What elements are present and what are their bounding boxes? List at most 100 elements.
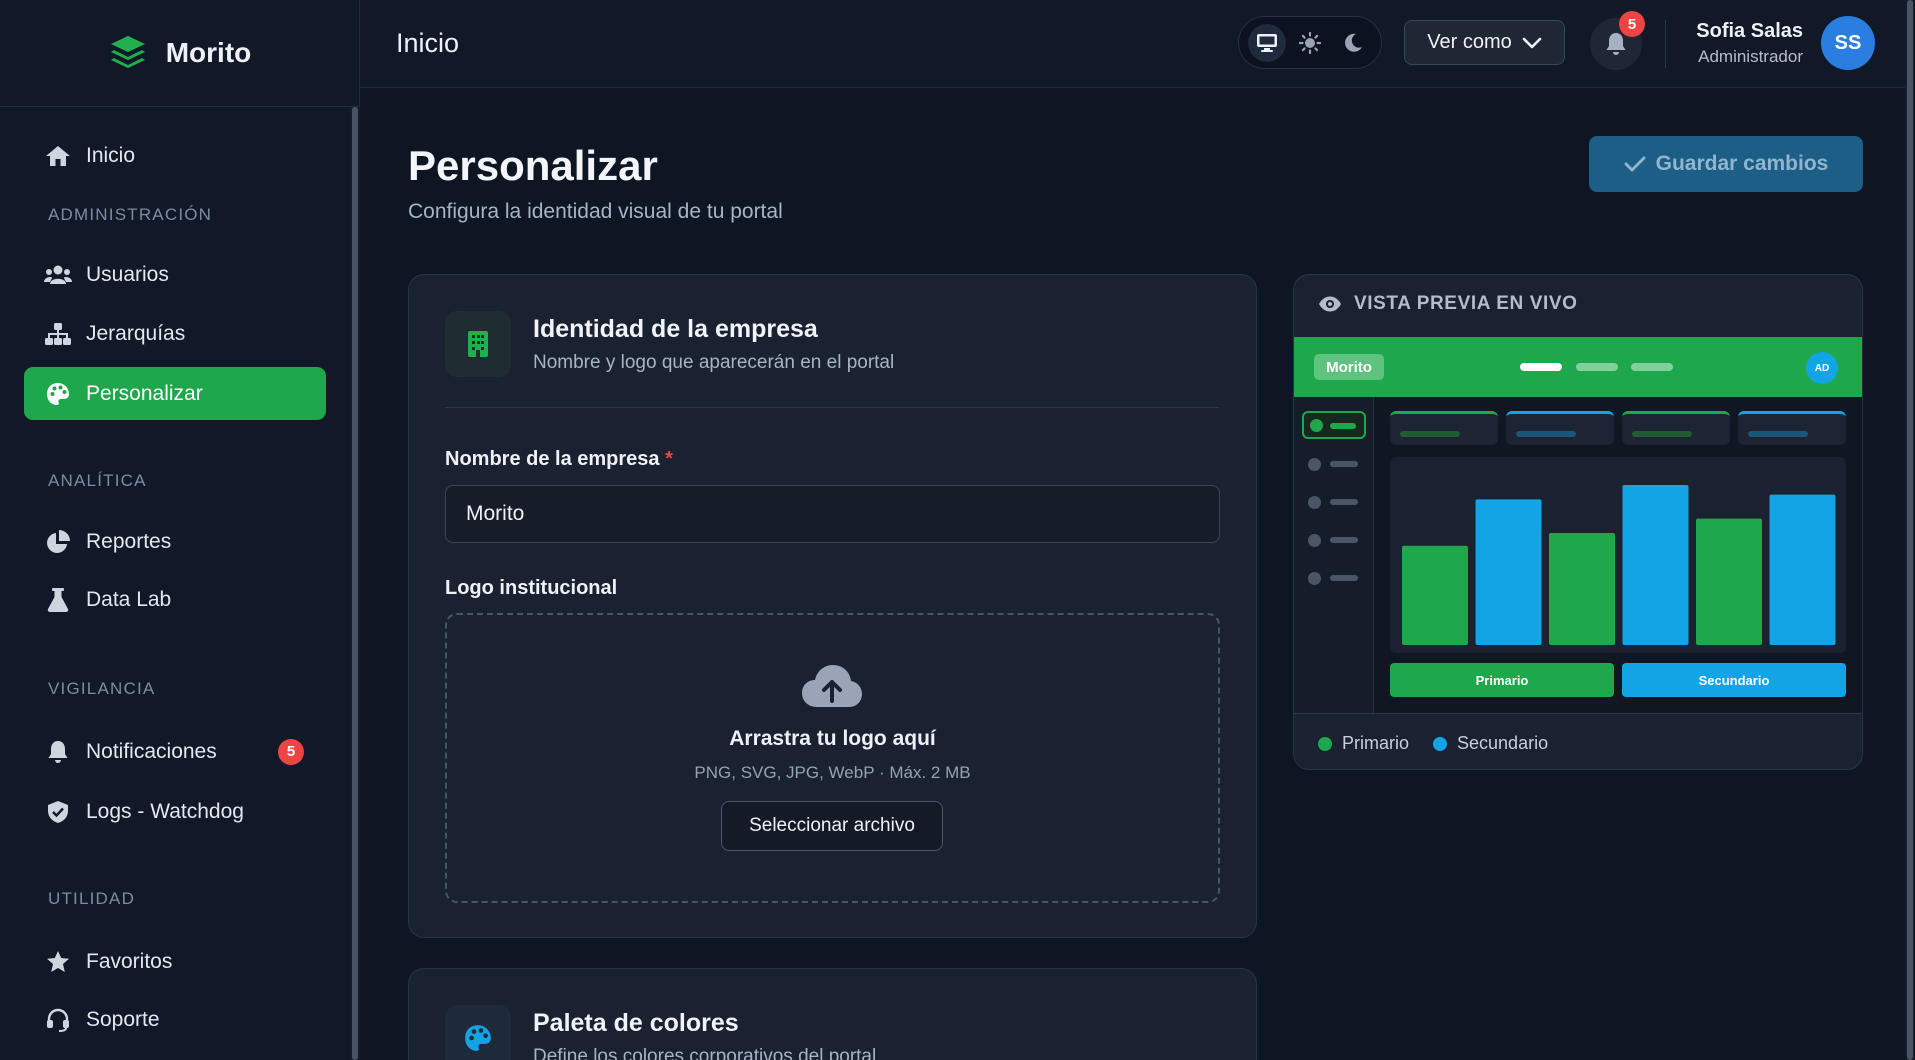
sidebar-item-label: Jerarquías — [86, 321, 186, 345]
preview-side-dot — [1308, 496, 1321, 509]
chevron-down-icon — [1522, 37, 1542, 49]
preview-side-dot — [1308, 572, 1321, 585]
palette-card: Paleta de colores Define los colores cor… — [408, 968, 1257, 1060]
flask-icon — [44, 586, 72, 614]
sidebar-item-reports[interactable]: Reportes — [24, 515, 326, 568]
section-label-analytics: ANALÍTICA — [48, 471, 147, 490]
preview-side-dot — [1308, 534, 1321, 547]
preview-side-bar — [1330, 499, 1358, 505]
palette-card-subtitle: Define los colores corporativos del port… — [533, 1046, 877, 1060]
topbar-divider — [1665, 20, 1666, 68]
preview-stat-tile — [1506, 411, 1614, 445]
sidebar-item-support[interactable]: Soporte — [24, 993, 326, 1046]
preview-heading: VISTA PREVIA EN VIVO — [1318, 293, 1578, 315]
sidebar-item-label: Usuarios — [86, 262, 169, 286]
brand[interactable]: Morito — [0, 0, 359, 107]
live-preview-card: VISTA PREVIA EN VIVO Morito AD Primario … — [1293, 274, 1863, 770]
dropzone-title: Arrastra tu logo aquí — [729, 727, 936, 750]
theme-light-button[interactable] — [1291, 24, 1329, 62]
preview-nav-pill — [1520, 363, 1562, 371]
sidebar-item-favorites[interactable]: Favoritos — [24, 935, 326, 988]
identity-card-subtitle: Nombre y logo que aparecerán en el porta… — [533, 352, 895, 373]
user-name: Sofia Salas — [1696, 20, 1803, 42]
headset-icon — [44, 1006, 72, 1034]
section-label-utility: UTILIDAD — [48, 889, 136, 908]
preview-primary-button: Primario — [1390, 663, 1614, 697]
preview-bar — [1549, 533, 1615, 645]
company-name-input[interactable] — [445, 485, 1220, 543]
sidebar-item-logs[interactable]: Logs - Watchdog — [24, 785, 326, 838]
view-as-label: Ver como — [1427, 31, 1512, 53]
preview-legend: Primario Secundario — [1318, 733, 1548, 754]
theme-dark-button[interactable] — [1334, 24, 1372, 62]
palette-icon — [44, 380, 72, 408]
card-divider — [445, 407, 1219, 408]
sidebar-item-label: Soporte — [86, 1007, 160, 1031]
preview-side-bar — [1330, 575, 1358, 581]
company-name-label-text: Nombre de la empresa — [445, 448, 660, 470]
cloud-upload-icon — [801, 663, 863, 709]
logo-label: Logo institucional — [445, 577, 618, 599]
sidebar-item-label: Personalizar — [86, 381, 203, 405]
preview-chart — [1390, 457, 1846, 653]
sidebar-scrollbar[interactable] — [350, 107, 360, 1060]
preview-stat-tile — [1622, 411, 1730, 445]
save-button-label: Guardar cambios — [1655, 152, 1829, 175]
preview-side-dot — [1308, 458, 1321, 471]
page-title: Personalizar — [408, 142, 658, 189]
sidebar-item-users[interactable]: Usuarios — [24, 248, 326, 301]
sitemap-icon — [44, 320, 72, 348]
sidebar-item-hierarchies[interactable]: Jerarquías — [24, 307, 326, 360]
preview-nav-pill — [1631, 363, 1673, 371]
avatar[interactable]: SS — [1821, 16, 1875, 70]
select-file-button[interactable]: Seleccionar archivo — [721, 801, 943, 851]
theme-system-button[interactable] — [1247, 23, 1286, 62]
sidebar-item-customize[interactable]: Personalizar — [24, 367, 326, 420]
preview-brand: Morito — [1314, 354, 1384, 380]
preview-stat-tile — [1390, 411, 1498, 445]
sidebar-item-label: Favoritos — [86, 949, 173, 973]
sidebar-item-label: Notificaciones — [86, 739, 217, 763]
company-name-label: Nombre de la empresa * — [445, 448, 673, 471]
preview-side-bar — [1330, 423, 1356, 429]
palette-card-title: Paleta de colores — [533, 1009, 739, 1037]
preview-bar — [1402, 545, 1468, 645]
notifications-count-badge: 5 — [1619, 11, 1645, 37]
pie-chart-icon — [44, 528, 72, 556]
legend-secondary-label: Secundario — [1457, 733, 1549, 753]
preview-bar — [1769, 494, 1836, 645]
preview-side-bar — [1330, 537, 1358, 543]
sun-icon — [1298, 31, 1321, 54]
dropzone-formats: PNG, SVG, JPG, WebP · Máx. 2 MB — [694, 763, 971, 782]
moon-icon — [1345, 33, 1363, 52]
sidebar-item-home[interactable]: Inicio — [24, 129, 326, 182]
legend-primary: Primario — [1318, 733, 1409, 754]
page-scroll-thumb[interactable] — [1907, 0, 1913, 1060]
preview-side-dot — [1310, 419, 1323, 432]
preview-stat-tile — [1738, 411, 1846, 445]
preview-secondary-button: Secundario — [1622, 663, 1846, 697]
monitor-icon — [1256, 33, 1277, 52]
sidebar-scroll-thumb[interactable] — [352, 107, 358, 1060]
palette-icon — [445, 1005, 511, 1060]
building-icon — [445, 311, 511, 377]
users-icon — [44, 261, 72, 289]
sidebar-item-label: Inicio — [86, 143, 136, 167]
legend-dot-primary — [1318, 736, 1332, 751]
topbar-title: Inicio — [396, 28, 460, 58]
legend-secondary: Secundario — [1433, 733, 1548, 754]
preview-chart-svg — [1402, 485, 1836, 645]
star-icon — [44, 948, 72, 976]
brand-name: Morito — [165, 37, 252, 68]
home-icon — [44, 142, 72, 170]
notifications-badge: 5 — [278, 738, 304, 765]
preview-side-bar — [1330, 461, 1358, 467]
preview-bar — [1622, 485, 1689, 645]
save-button[interactable]: Guardar cambios — [1589, 136, 1863, 192]
sidebar-item-datalab[interactable]: Data Lab — [24, 573, 326, 626]
logo-dropzone[interactable]: Arrastra tu logo aquí PNG, SVG, JPG, Web… — [445, 613, 1220, 903]
preview-divider — [1294, 713, 1862, 714]
page-scrollbar[interactable] — [1905, 0, 1915, 1060]
sidebar-item-notifications[interactable]: Notificaciones 5 — [24, 725, 326, 778]
view-as-dropdown[interactable]: Ver como — [1404, 20, 1565, 65]
